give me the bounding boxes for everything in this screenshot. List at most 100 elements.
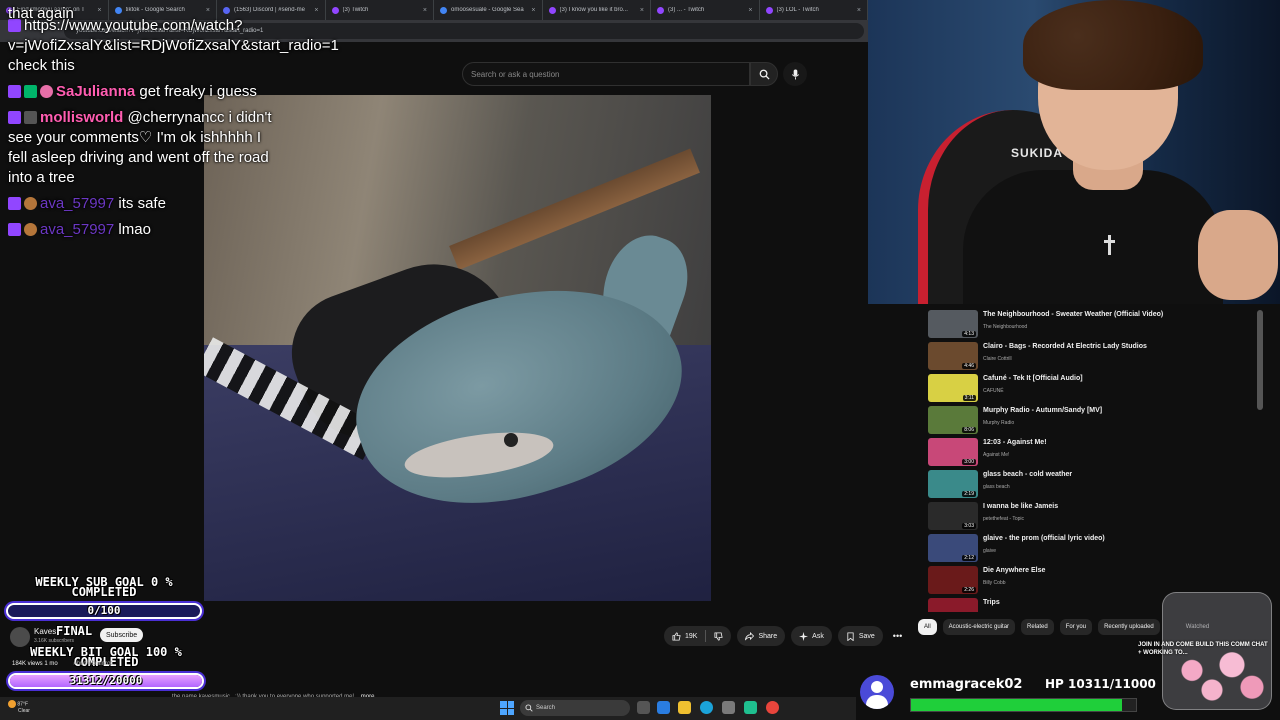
video-thumbnail[interactable]: 4:13 — [928, 310, 978, 338]
video-title[interactable]: Die Anywhere Else — [983, 567, 1045, 574]
video-title[interactable]: I wanna be like Jameis — [983, 503, 1058, 510]
up-next-scrollbar[interactable] — [1257, 310, 1263, 410]
video-channel[interactable]: glaive — [983, 548, 996, 554]
up-next-item[interactable]: 4:13 The Neighbourhood - Sweater Weather … — [928, 308, 1265, 338]
up-next-item[interactable]: 3:00 12:03 - Against Me! Against Me! — [928, 436, 1265, 466]
channel-name[interactable]: Kaves — [34, 627, 56, 636]
browser-tab-title: (3) Twitch — [342, 7, 369, 13]
video-channel[interactable]: Claire Cottrill — [983, 356, 1012, 362]
video-channel[interactable]: Murphy Radio — [983, 420, 1014, 426]
close-tab-icon[interactable]: × — [748, 7, 752, 14]
task-view-icon[interactable] — [637, 701, 650, 714]
browser-tab[interactable]: omoosesuale - Google Sea × — [434, 0, 543, 20]
up-next-item[interactable]: 8:06 Murphy Radio - Autumn/Sandy [MV] Murp… — [928, 404, 1265, 434]
video-description[interactable]: 184K views 1 mo #hud #brainrot the name … — [12, 660, 512, 700]
weather-widget[interactable]: 87°F Clear — [8, 700, 30, 715]
share-button[interactable]: Share — [737, 626, 786, 646]
store-icon[interactable] — [722, 701, 735, 714]
close-tab-icon[interactable]: × — [423, 7, 427, 14]
hashtags[interactable]: #hud #brainrot — [73, 661, 112, 667]
channel-avatar[interactable] — [10, 627, 30, 647]
chat-text: lmao — [114, 221, 151, 238]
filter-chip[interactable]: Recently uploaded — [1098, 619, 1160, 635]
browser-tab[interactable]: (3) ... - Twitch × — [651, 0, 760, 20]
video-thumbnail[interactable]: 3:11 — [928, 374, 978, 402]
video-thumbnail[interactable] — [928, 598, 978, 612]
video-thumbnail[interactable]: 4:46 — [928, 342, 978, 370]
chat-username[interactable]: mollisworld — [40, 109, 123, 126]
up-next-item[interactable]: 2:12 glaive - the prom (official lyric vi… — [928, 532, 1265, 562]
like-button[interactable]: 19K — [664, 626, 732, 646]
edge-icon[interactable] — [657, 701, 670, 714]
like-count: 19K — [685, 632, 698, 640]
close-tab-icon[interactable]: × — [206, 7, 210, 14]
video-actions: 19K Share Ask Save ••• — [664, 626, 906, 646]
video-channel[interactable]: Billy Cobb — [983, 580, 1006, 586]
close-tab-icon[interactable]: × — [97, 7, 101, 14]
video-title[interactable]: glaive - the prom (official lyric video) — [983, 535, 1105, 542]
up-next-item[interactable]: 3:03 I wanna be like Jameis petethefeat - … — [928, 500, 1265, 530]
chrome-icon[interactable] — [766, 701, 779, 714]
windows-logo-tile — [507, 701, 514, 708]
browser-tab[interactable]: (3) Twitch × — [326, 0, 434, 20]
close-tab-icon[interactable]: × — [857, 7, 861, 14]
file-explorer-icon[interactable] — [678, 701, 691, 714]
chat-username[interactable]: SaJulianna — [56, 83, 135, 100]
filter-chip[interactable]: All — [918, 619, 937, 635]
close-tab-icon[interactable]: × — [531, 7, 535, 14]
video-title[interactable]: Cafuné - Tek It [Official Audio] — [983, 375, 1083, 382]
subscribe-button[interactable]: Subscribe — [100, 628, 144, 642]
search-button[interactable] — [750, 62, 778, 86]
filter-chip[interactable]: For you — [1059, 619, 1093, 635]
video-thumbnail[interactable]: 3:03 — [928, 502, 978, 530]
video-channel[interactable]: glass beach — [983, 484, 1010, 490]
video-thumbnail[interactable]: 2:26 — [928, 566, 978, 594]
video-channel[interactable]: petethefeat - Topic — [983, 516, 1024, 522]
close-tab-icon[interactable]: × — [640, 7, 644, 14]
start-button[interactable] — [500, 701, 514, 715]
video-title[interactable]: glass beach - cold weather — [983, 471, 1072, 478]
thumbs-down-icon[interactable] — [714, 631, 724, 641]
more-actions-button[interactable]: ••• — [889, 626, 906, 646]
browser-icon[interactable] — [700, 701, 713, 714]
hp-bar-fill — [911, 699, 1122, 711]
chat-message: https://www.youtube.com/watch?v=jWofiZxs… — [8, 16, 339, 76]
obs-icon[interactable] — [744, 701, 757, 714]
filter-chip[interactable]: Acoustic-electric guitar — [942, 619, 1016, 635]
search-input[interactable]: Search or ask a question — [462, 62, 750, 86]
browser-tab[interactable]: (3) LOL - Twitch × — [760, 0, 868, 20]
taskbar-search[interactable]: Search — [520, 700, 630, 716]
up-next-item[interactable]: 2:19 glass beach - cold weather glass beac… — [928, 468, 1265, 498]
up-next-item[interactable]: 2:26 Die Anywhere Else Billy Cobb — [928, 564, 1265, 594]
browser-tab[interactable]: (3) I know you like it bro... × — [543, 0, 651, 20]
chat-cut-line: that again — [8, 5, 74, 22]
chat-username[interactable]: ava_57997 — [40, 221, 114, 238]
filter-chip[interactable]: Related — [1021, 619, 1054, 635]
shark-eye — [504, 433, 518, 447]
video-thumbnail[interactable]: 3:00 — [928, 438, 978, 466]
save-button[interactable]: Save — [837, 626, 883, 646]
close-tab-icon[interactable]: × — [314, 7, 318, 14]
video-channel[interactable]: The Neighbourhood — [983, 324, 1027, 330]
video-thumbnail[interactable]: 2:12 — [928, 534, 978, 562]
video-title[interactable]: Murphy Radio - Autumn/Sandy [MV] — [983, 407, 1102, 414]
up-next-item[interactable]: 4:46 Clairo - Bags - Recorded At Electric… — [928, 340, 1265, 370]
ask-button[interactable]: Ask — [791, 626, 832, 646]
share-label: Share — [758, 632, 778, 640]
video-thumbnail[interactable]: 8:06 — [928, 406, 978, 434]
like-divider — [705, 630, 707, 642]
video-channel[interactable]: Against Me! — [983, 452, 1009, 458]
video-title[interactable]: Trips — [983, 599, 1000, 606]
video-title[interactable]: The Neighbourhood - Sweater Weather (Off… — [983, 311, 1163, 318]
video-player[interactable] — [204, 95, 711, 601]
video-channel[interactable]: CAFUNÉ — [983, 388, 1004, 394]
chat-username[interactable]: ava_57997 — [40, 195, 114, 212]
up-next-item[interactable]: 3:11 Cafuné - Tek It [Official Audio] CAFU… — [928, 372, 1265, 402]
video-title[interactable]: Clairo - Bags - Recorded At Electric Lad… — [983, 343, 1147, 350]
channel-subscribers: 3.16K subscribers — [34, 638, 75, 644]
voice-search-button[interactable] — [783, 62, 807, 86]
video-title[interactable]: 12:03 - Against Me! — [983, 439, 1047, 446]
streamer-hand — [1198, 210, 1278, 300]
video-duration: 3:03 — [962, 523, 976, 529]
video-thumbnail[interactable]: 2:19 — [928, 470, 978, 498]
